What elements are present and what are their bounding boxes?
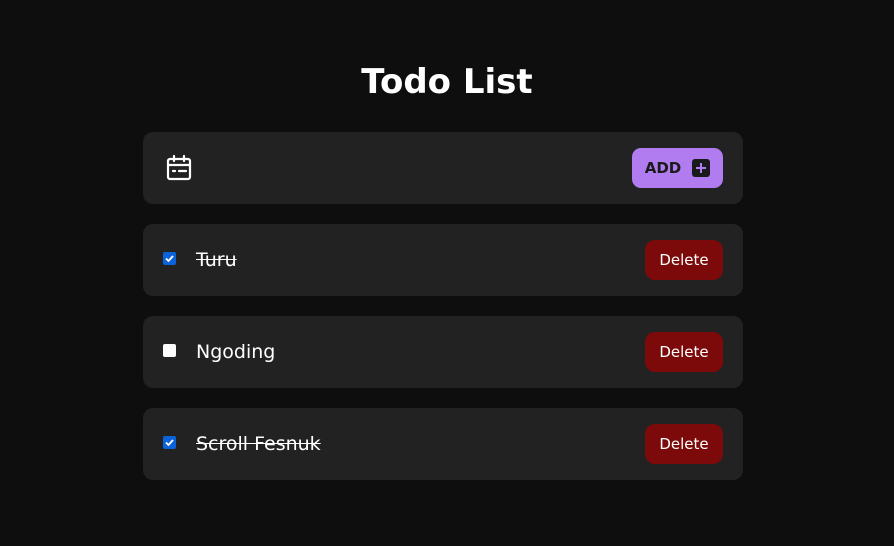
todo-text: Ngoding [196, 341, 276, 363]
todo-text: Scroll Fesnuk [196, 433, 321, 455]
todo-text: Turu [196, 249, 237, 271]
todo-checkbox[interactable] [163, 344, 176, 357]
todo-item: Scroll Fesnuk Delete [143, 408, 743, 480]
todo-app: Todo List ADD Turu Delete Ngoding Delete… [0, 0, 894, 546]
add-todo-bar: ADD [143, 132, 743, 204]
delete-button[interactable]: Delete [645, 424, 723, 464]
add-button[interactable]: ADD [632, 148, 723, 188]
check-icon [165, 255, 174, 263]
todo-item: Ngoding Delete [143, 316, 743, 388]
add-button-label: ADD [644, 159, 682, 177]
todo-checkbox[interactable] [163, 436, 176, 449]
todo-checkbox[interactable] [163, 252, 176, 265]
check-icon [165, 439, 174, 447]
page-title: Todo List [361, 62, 533, 102]
delete-button[interactable]: Delete [645, 240, 723, 280]
plus-square-icon [692, 159, 711, 177]
todo-item: Turu Delete [143, 224, 743, 296]
calendar-icon[interactable] [165, 154, 193, 182]
delete-button[interactable]: Delete [645, 332, 723, 372]
